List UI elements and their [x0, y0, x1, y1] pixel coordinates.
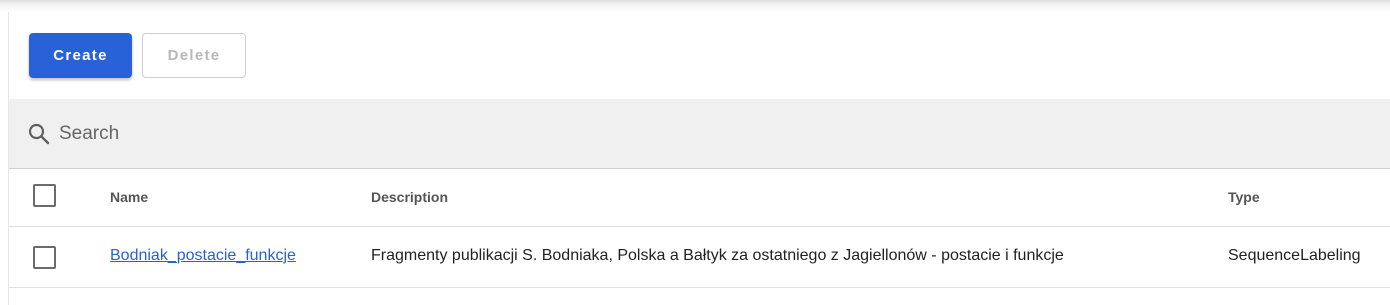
app-bar-shadow — [0, 0, 1390, 12]
search-icon — [28, 123, 50, 145]
select-all-checkbox[interactable] — [33, 184, 56, 207]
table-row: Bodniak_postacie_funkcje Fragmenty publi… — [9, 227, 1390, 288]
create-button[interactable]: Create — [29, 33, 132, 78]
page: Create Delete Name Description Type Bodn… — [0, 0, 1390, 305]
table-header-row: Name Description Type — [9, 169, 1390, 227]
toolbar: Create Delete — [9, 12, 1390, 99]
project-description: Fragmenty publikacji S. Bodniaka, Polska… — [371, 247, 1064, 264]
column-header-type[interactable]: Type — [1228, 189, 1260, 205]
projects-table: Name Description Type Bodniak_postacie_f… — [9, 169, 1390, 288]
search-bar — [9, 99, 1390, 169]
delete-button[interactable]: Delete — [142, 33, 246, 78]
column-header-description[interactable]: Description — [371, 189, 448, 205]
project-name-link[interactable]: Bodniak_postacie_funkcje — [110, 247, 296, 265]
projects-card: Create Delete Name Description Type Bodn… — [8, 12, 1390, 305]
row-checkbox[interactable] — [33, 246, 56, 269]
search-input[interactable] — [59, 119, 659, 149]
project-type: SequenceLabeling — [1228, 247, 1361, 264]
column-header-name[interactable]: Name — [110, 189, 148, 205]
